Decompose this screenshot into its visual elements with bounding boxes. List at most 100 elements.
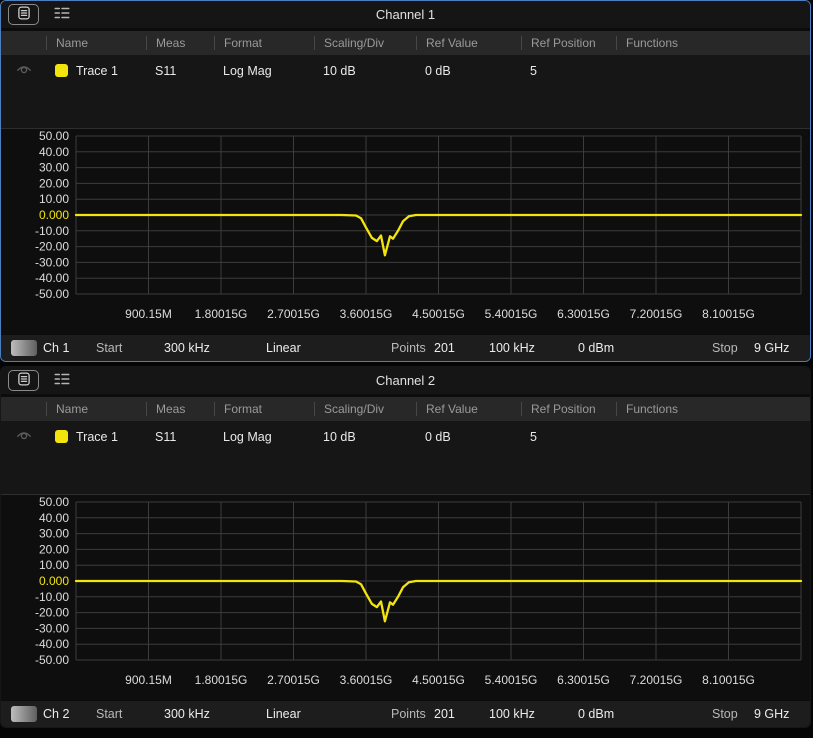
svg-text:10.00: 10.00 <box>39 558 69 572</box>
svg-text:0.000: 0.000 <box>39 208 69 222</box>
trace-color-swatch <box>55 430 68 443</box>
svg-text:-10.00: -10.00 <box>35 590 69 604</box>
if-bandwidth: 100 kHz <box>489 701 535 727</box>
trace-format: Log Mag <box>214 64 314 78</box>
scaling-column-header: Scaling/Div <box>314 402 416 416</box>
svg-text:-30.00: -30.00 <box>35 255 69 269</box>
start-frequency: 300 kHz <box>164 701 210 727</box>
trace-meas: S11 <box>146 430 214 444</box>
sweep-type: Linear <box>266 701 301 727</box>
channel-1-panel[interactable]: Channel 1 Name Meas Format Scaling/Div R… <box>0 0 811 362</box>
visibility-column-header <box>1 36 46 50</box>
meas-column-header: Meas <box>146 402 214 416</box>
svg-text:-10.00: -10.00 <box>35 224 69 238</box>
document-lines-icon <box>16 371 32 390</box>
points-value: 201 <box>434 335 455 361</box>
channel-label: Ch 2 <box>43 701 69 727</box>
svg-text:1.80015G: 1.80015G <box>195 307 248 321</box>
svg-text:40.00: 40.00 <box>39 145 69 159</box>
trace-table-header: Name Meas Format Scaling/Div Ref Value R… <box>1 31 810 55</box>
svg-text:2.70015G: 2.70015G <box>267 307 320 321</box>
svg-text:20.00: 20.00 <box>39 542 69 556</box>
trace-list-button[interactable] <box>46 4 77 25</box>
svg-text:30.00: 30.00 <box>39 527 69 541</box>
name-column-header: Name <box>46 36 146 50</box>
svg-text:30.00: 30.00 <box>39 161 69 175</box>
trace-table: Name Meas Format Scaling/Div Ref Value R… <box>1 397 810 495</box>
trace-ref-position: 5 <box>521 64 616 78</box>
ref-position-column-header: Ref Position <box>521 36 616 50</box>
svg-text:6.30015G: 6.30015G <box>557 307 610 321</box>
points-value: 201 <box>434 701 455 727</box>
ref-position-column-header: Ref Position <box>521 402 616 416</box>
trace-ref-value: 0 dB <box>416 64 521 78</box>
stop-frequency: 9 GHz <box>754 335 789 361</box>
trace-name: Trace 1 <box>76 430 118 444</box>
svg-text:20.00: 20.00 <box>39 176 69 190</box>
channel-color-swatch <box>11 340 37 356</box>
s11-log-mag-plot[interactable]: 50.0040.0030.0020.0010.000.000-10.00-20.… <box>1 495 810 700</box>
trace-ref-value: 0 dB <box>416 430 521 444</box>
svg-text:8.10015G: 8.10015G <box>702 307 755 321</box>
trace-scaling: 10 dB <box>314 64 416 78</box>
start-label: Start <box>96 701 122 727</box>
visibility-eye-icon[interactable] <box>14 425 34 448</box>
name-column-header: Name <box>46 402 146 416</box>
trace-scaling: 10 dB <box>314 430 416 444</box>
trace-properties-button[interactable] <box>8 4 39 25</box>
channel-status-bar[interactable]: Ch 2 Start 300 kHz Linear Points 201 100… <box>1 701 810 727</box>
start-frequency: 300 kHz <box>164 335 210 361</box>
svg-text:10.00: 10.00 <box>39 192 69 206</box>
sweep-type: Linear <box>266 335 301 361</box>
svg-text:8.10015G: 8.10015G <box>702 673 755 687</box>
start-label: Start <box>96 335 122 361</box>
svg-text:-50.00: -50.00 <box>35 653 69 667</box>
channel-2-panel[interactable]: Channel 2 Name Meas Format Scaling/Div R… <box>0 366 811 728</box>
trace-row[interactable]: Trace 1 S11 Log Mag 10 dB 0 dB 5 <box>1 55 810 86</box>
functions-column-header: Functions <box>616 402 810 416</box>
trace-properties-button[interactable] <box>8 370 39 391</box>
visibility-eye-icon[interactable] <box>14 59 34 82</box>
trace-list-button[interactable] <box>46 370 77 391</box>
ref-value-column-header: Ref Value <box>416 402 521 416</box>
svg-text:7.20015G: 7.20015G <box>630 307 683 321</box>
trace-table-header: Name Meas Format Scaling/Div Ref Value R… <box>1 397 810 421</box>
channel-2-toolbar: Channel 2 <box>1 367 810 394</box>
trace-row[interactable]: Trace 1 S11 Log Mag 10 dB 0 dB 5 <box>1 421 810 452</box>
svg-text:2.70015G: 2.70015G <box>267 673 320 687</box>
svg-text:3.60015G: 3.60015G <box>340 307 393 321</box>
svg-text:900.15M: 900.15M <box>125 307 172 321</box>
svg-text:-40.00: -40.00 <box>35 271 69 285</box>
svg-text:-30.00: -30.00 <box>35 621 69 635</box>
channel-status-bar[interactable]: Ch 1 Start 300 kHz Linear Points 201 100… <box>1 335 810 361</box>
svg-text:1.80015G: 1.80015G <box>195 673 248 687</box>
svg-text:-50.00: -50.00 <box>35 287 69 301</box>
format-column-header: Format <box>214 402 314 416</box>
svg-text:900.15M: 900.15M <box>125 673 172 687</box>
trace-table: Name Meas Format Scaling/Div Ref Value R… <box>1 31 810 129</box>
stop-label: Stop <box>712 701 738 727</box>
svg-text:4.50015G: 4.50015G <box>412 307 465 321</box>
svg-text:3.60015G: 3.60015G <box>340 673 393 687</box>
svg-text:6.30015G: 6.30015G <box>557 673 610 687</box>
svg-text:5.40015G: 5.40015G <box>485 673 538 687</box>
svg-text:-40.00: -40.00 <box>35 637 69 651</box>
svg-text:50.00: 50.00 <box>39 129 69 143</box>
trace-format: Log Mag <box>214 430 314 444</box>
channel-label: Ch 1 <box>43 335 69 361</box>
svg-text:40.00: 40.00 <box>39 511 69 525</box>
points-label: Points <box>391 701 426 727</box>
s11-log-mag-plot[interactable]: 50.00 40.00 30.0020.00 10.00 0.000 -10.00 -20.… <box>1 129 810 334</box>
trace-name: Trace 1 <box>76 64 118 78</box>
format-column-header: Format <box>214 36 314 50</box>
channel-title: Channel 1 <box>1 1 810 28</box>
trace-meas: S11 <box>146 64 214 78</box>
svg-text:5.40015G: 5.40015G <box>485 307 538 321</box>
meas-column-header: Meas <box>146 36 214 50</box>
points-label: Points <box>391 335 426 361</box>
channel-color-swatch <box>11 706 37 722</box>
functions-column-header: Functions <box>616 36 810 50</box>
trace-ref-position: 5 <box>521 430 616 444</box>
svg-text:7.20015G: 7.20015G <box>630 673 683 687</box>
svg-text:-20.00: -20.00 <box>35 240 69 254</box>
